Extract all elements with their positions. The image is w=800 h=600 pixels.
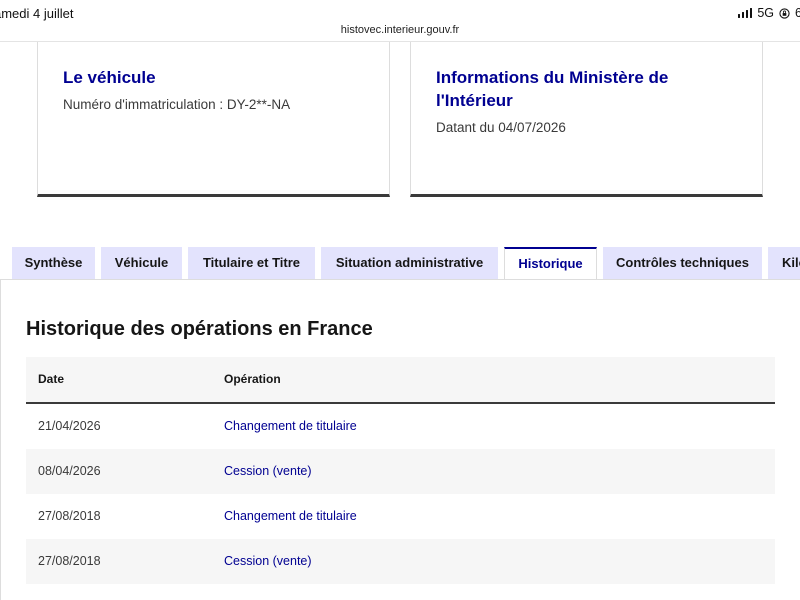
history-rows: 21/04/2026 Changement de titulaire 08/04… xyxy=(26,404,775,584)
row-operation-link[interactable]: Changement de titulaire xyxy=(224,509,357,523)
tab-panel-left-border xyxy=(0,279,1,600)
tab-kilometrage[interactable]: Kilo xyxy=(768,247,800,279)
table-row: 21/04/2026 Changement de titulaire xyxy=(26,404,775,449)
status-date: amedi 4 juillet xyxy=(0,6,74,21)
history-section-title: Historique des opérations en France xyxy=(26,318,373,340)
tab-vehicule[interactable]: Véhicule xyxy=(101,247,182,279)
tab-synthese[interactable]: Synthèse xyxy=(12,247,95,279)
table-row: 27/08/2018 Changement de titulaire xyxy=(26,494,775,539)
row-operation-link[interactable]: Cession (vente) xyxy=(224,554,312,568)
ministry-data-date: Datant du 04/07/2026 xyxy=(436,120,566,135)
cellular-signal-icon xyxy=(737,8,753,18)
tab-controles-techniques[interactable]: Contrôles techniques xyxy=(603,247,762,279)
row-operation-link[interactable]: Cession (vente) xyxy=(224,464,312,478)
column-header-operation: Opération xyxy=(224,372,281,386)
row-date: 08/04/2026 xyxy=(38,464,101,478)
tab-situation-administrative[interactable]: Situation administrative xyxy=(321,247,498,279)
tab-bar: Synthèse Véhicule Titulaire et Titre Sit… xyxy=(0,247,800,280)
history-table: Date Opération 21/04/2026 Changement de … xyxy=(26,357,775,584)
ministry-card: Informations du Ministère de l'Intérieur… xyxy=(410,42,763,197)
history-table-header: Date Opération xyxy=(26,357,775,404)
tab-titulaire-et-titre[interactable]: Titulaire et Titre xyxy=(188,247,315,279)
vehicle-card-title: Le véhicule xyxy=(63,68,156,87)
vehicle-card: Le véhicule Numéro d'immatriculation : D… xyxy=(37,42,390,197)
orientation-lock-icon xyxy=(779,7,790,19)
battery-percentage: 6 xyxy=(795,6,800,20)
status-indicators: 5G 6 xyxy=(737,6,800,20)
registration-number: Numéro d'immatriculation : DY-2**-NA xyxy=(63,97,291,112)
row-operation-link[interactable]: Changement de titulaire xyxy=(224,419,357,433)
tab-panel-top-border xyxy=(0,279,800,280)
status-bar: amedi 4 juillet 5G 6 histovec.interieur.… xyxy=(0,0,800,44)
row-date: 27/08/2018 xyxy=(38,554,101,568)
network-label: 5G xyxy=(757,6,775,20)
address-bar-url[interactable]: histovec.interieur.gouv.fr xyxy=(0,24,800,36)
column-header-date: Date xyxy=(38,372,65,386)
ministry-card-title: Informations du Ministère de l'Intérieur xyxy=(436,68,669,110)
row-date: 21/04/2026 xyxy=(38,419,101,433)
table-row: 08/04/2026 Cession (vente) xyxy=(26,449,775,494)
table-row: 27/08/2018 Cession (vente) xyxy=(26,539,775,584)
row-date: 27/08/2018 xyxy=(38,509,101,523)
tab-historique[interactable]: Historique xyxy=(504,247,597,280)
